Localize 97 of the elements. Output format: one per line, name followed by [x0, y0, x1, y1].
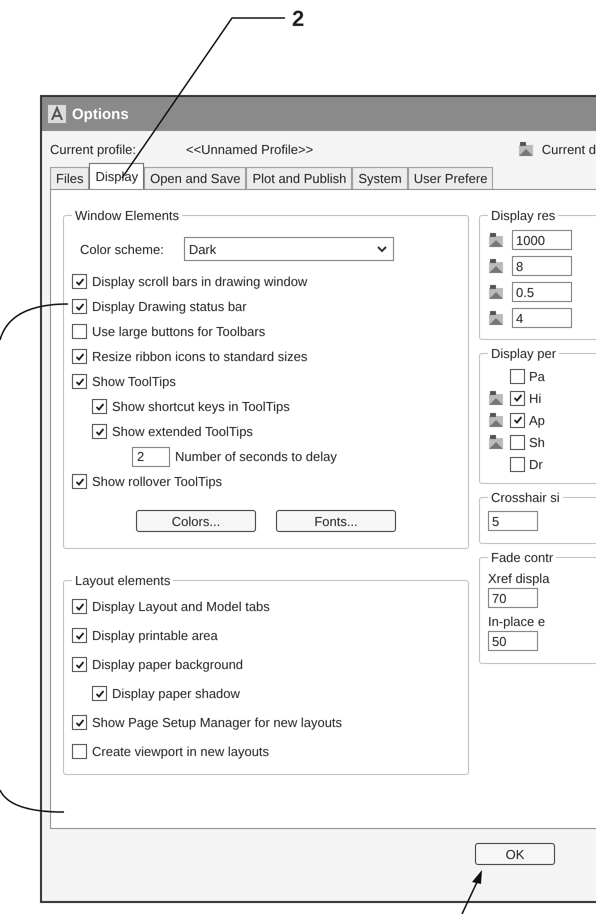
checkbox-label: Hi	[529, 390, 542, 406]
tab[interactable]: User Prefere	[408, 167, 494, 189]
checkbox[interactable]	[72, 744, 87, 759]
current-drawing-label: Current d	[542, 142, 596, 156]
drawing-icon	[488, 232, 504, 248]
checkbox[interactable]	[92, 424, 107, 439]
group-title: Display per	[490, 347, 558, 361]
checkbox[interactable]	[72, 274, 87, 289]
checkbox[interactable]	[72, 324, 87, 339]
group-title: Window Elements	[74, 208, 180, 223]
checkmark-icon	[94, 426, 104, 436]
window-title: Options	[72, 106, 129, 122]
field-label: Xref displa	[488, 571, 550, 586]
checkmark-icon	[74, 276, 84, 286]
number-field[interactable]: 70	[488, 588, 538, 608]
drawing-icon	[488, 390, 504, 406]
tab[interactable]: Open and Save	[144, 167, 246, 189]
checkbox[interactable]	[510, 456, 525, 472]
field-label: In-place e	[488, 614, 546, 629]
checkbox[interactable]	[72, 599, 87, 614]
checkbox-label: Dr	[529, 456, 543, 472]
number-field[interactable]: 1000	[512, 230, 572, 250]
group-title: Layout elements	[74, 573, 172, 588]
number-field[interactable]: 4	[512, 308, 572, 328]
dialog-button[interactable]: Fonts...	[276, 510, 396, 532]
group-title: Fade contr	[490, 551, 554, 565]
callout-number: 2	[292, 6, 304, 32]
checkmark-icon	[74, 630, 84, 640]
checkbox[interactable]	[92, 399, 107, 414]
profile-label: Current profile:	[50, 142, 136, 156]
checkmark-icon	[94, 688, 104, 698]
tab[interactable]: Display	[89, 163, 144, 189]
group-title: Crosshair si	[490, 491, 561, 505]
checkmark-icon	[74, 602, 84, 612]
drawing-icon	[488, 310, 504, 326]
checkbox-label: Create viewport in new layouts	[92, 744, 270, 759]
profile-name: <<Unnamed Profile>>	[186, 142, 314, 156]
drawing-icon	[518, 141, 534, 157]
checkbox[interactable]	[510, 434, 525, 450]
checkbox-label: Display scroll bars in drawing window	[92, 274, 308, 289]
drawing-icon	[488, 258, 504, 274]
number-field[interactable]: 50	[488, 631, 538, 651]
checkbox-label: Pa	[529, 368, 545, 384]
checkmark-icon	[74, 352, 84, 362]
ok-button[interactable]: OK	[475, 843, 555, 865]
checkmark-icon	[74, 376, 84, 386]
checkmark-icon	[74, 718, 84, 728]
checkbox[interactable]	[72, 715, 87, 730]
number-field[interactable]: 8	[512, 256, 572, 276]
checkbox-label: Sh	[529, 434, 545, 450]
dialog-button[interactable]: Colors...	[136, 510, 256, 532]
checkbox[interactable]	[72, 299, 87, 314]
checkbox-label: Resize ribbon icons to standard sizes	[92, 349, 308, 364]
leader-line	[0, 790, 64, 813]
checkbox[interactable]	[510, 412, 525, 428]
checkmark-icon	[512, 393, 522, 403]
checkbox-label: Display paper shadow	[112, 686, 240, 701]
checkbox-label: Show Page Setup Manager for new layouts	[92, 715, 342, 730]
leader-line	[0, 303, 68, 340]
checkbox-label: Show shortcut keys in ToolTips	[112, 399, 290, 414]
checkbox-label: Ap	[529, 412, 545, 428]
checkbox[interactable]	[510, 368, 525, 384]
checkbox-label: Show ToolTips	[92, 374, 176, 389]
tab[interactable]: System	[352, 167, 408, 189]
checkbox[interactable]	[72, 474, 87, 489]
drawing-icon	[488, 412, 504, 428]
tab[interactable]: Files	[50, 167, 90, 189]
drawing-icon	[488, 284, 504, 300]
checkbox-label: Show rollover ToolTips	[92, 474, 222, 489]
number-field[interactable]: 5	[488, 511, 538, 531]
field-label: Color scheme:	[80, 242, 164, 256]
arrow	[461, 870, 482, 914]
checkmark-icon	[94, 402, 104, 412]
checkmark-icon	[74, 302, 84, 312]
checkbox-label: Show extended ToolTips	[112, 424, 253, 439]
checkbox[interactable]	[510, 390, 525, 406]
checkbox[interactable]	[72, 349, 87, 364]
checkbox-label: Display Drawing status bar	[92, 299, 247, 314]
color-scheme-dropdown[interactable]: Dark	[184, 237, 394, 261]
checkbox[interactable]	[92, 686, 107, 701]
checkmark-icon	[512, 415, 522, 425]
checkbox[interactable]	[72, 628, 87, 643]
checkbox-label: Display Layout and Model tabs	[92, 599, 270, 614]
number-field[interactable]: 0.5	[512, 282, 572, 302]
checkbox[interactable]	[72, 657, 87, 672]
checkmark-icon	[74, 660, 84, 670]
checkbox[interactable]	[72, 374, 87, 389]
checkbox-label: Display paper background	[92, 657, 244, 672]
tab[interactable]: Plot and Publish	[246, 167, 352, 189]
checkbox-label: Use large buttons for Toolbars	[92, 324, 266, 339]
field-label: Number of seconds to delay	[175, 449, 337, 464]
app-icon	[48, 105, 66, 123]
number-field[interactable]: 2	[132, 446, 170, 466]
group-title: Display res	[490, 209, 556, 223]
drawing-icon	[488, 434, 504, 450]
checkbox-label: Display printable area	[92, 628, 218, 643]
checkmark-icon	[74, 476, 84, 486]
